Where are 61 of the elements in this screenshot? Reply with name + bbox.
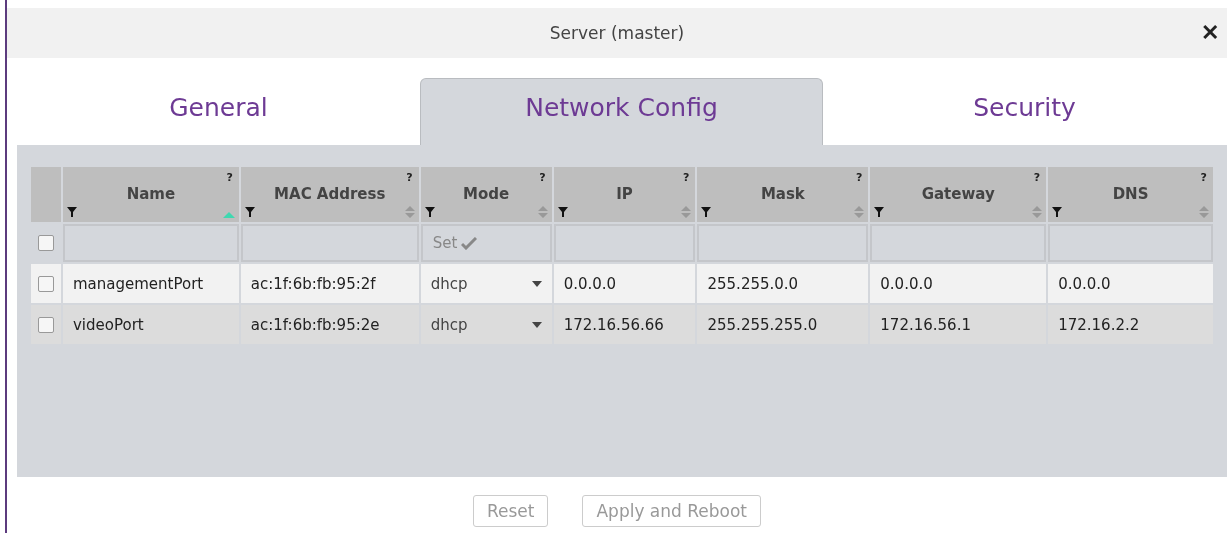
filter-icon[interactable]: [557, 207, 568, 217]
column-title: DNS: [1112, 184, 1149, 203]
sort-ascending-icon[interactable]: [222, 212, 235, 218]
table-cell: 255.255.0.0: [707, 274, 799, 293]
filter-icon[interactable]: [701, 207, 712, 217]
help-mark[interactable]: ?: [855, 171, 863, 184]
row-checkbox[interactable]: [38, 275, 54, 292]
table-cell: ac:1f:6b:fb:95:2f: [250, 274, 376, 293]
help-mark[interactable]: ?: [226, 171, 233, 184]
table-cell: 255.255.255.0: [707, 315, 818, 334]
select-all-checkbox[interactable]: [38, 235, 54, 251]
caret-icon: [531, 321, 542, 328]
tab[interactable]: Network Config: [420, 78, 823, 145]
close-button[interactable]: ✕: [1199, 20, 1221, 46]
column-header[interactable]: Mode ?: [420, 167, 552, 222]
help-mark[interactable]: ?: [539, 171, 546, 184]
table-cell: 172.16.2.2: [1058, 315, 1140, 334]
header-cell: [31, 167, 61, 222]
sort-icon[interactable]: [1032, 206, 1043, 218]
help-mark[interactable]: ?: [1200, 171, 1207, 184]
column-title: IP: [616, 184, 633, 203]
filter-icon[interactable]: [1052, 207, 1063, 217]
help-mark[interactable]: ?: [683, 171, 690, 184]
dropdown-value: dhcp: [430, 315, 468, 334]
column-header[interactable]: DNS ?: [1048, 167, 1213, 222]
table-cell: 172.16.56.66: [563, 315, 664, 334]
tab[interactable]: Security: [823, 78, 1226, 145]
table-cell: ac:1f:6b:fb:95:2e: [250, 315, 380, 334]
caret-icon: [531, 280, 542, 287]
sort-icon[interactable]: [537, 206, 548, 218]
column-title: Mask: [760, 184, 805, 203]
sort-icon[interactable]: [681, 206, 692, 218]
table-cell: 0.0.0.0: [1058, 274, 1111, 293]
row-checkbox[interactable]: [38, 316, 54, 333]
column-header[interactable]: Name ?: [62, 167, 239, 222]
column-title: Gateway: [921, 184, 995, 203]
column-header[interactable]: MAC Address ?: [240, 167, 419, 222]
table-cell: videoPort: [72, 315, 144, 334]
table-cell: 0.0.0.0: [880, 274, 933, 293]
column-header[interactable]: Mask ?: [697, 167, 869, 222]
filter-icon[interactable]: [244, 207, 255, 217]
column-title: Mode: [463, 184, 510, 203]
help-mark[interactable]: ?: [1033, 171, 1041, 184]
table-cell: 172.16.56.1: [880, 315, 971, 334]
table-cell: managementPort: [72, 274, 204, 293]
column-header[interactable]: IP ?: [553, 167, 696, 222]
filter-icon[interactable]: [66, 207, 77, 217]
sort-icon[interactable]: [404, 206, 415, 218]
tab[interactable]: General: [17, 78, 420, 145]
checkmark-icon: [461, 236, 478, 250]
sort-icon[interactable]: [1199, 206, 1209, 218]
table-cell: 0.0.0.0: [563, 274, 617, 293]
column-title: MAC Address: [274, 184, 386, 203]
help-mark[interactable]: ?: [406, 171, 413, 184]
column-title: Name: [126, 184, 176, 203]
sort-icon[interactable]: [854, 206, 865, 218]
window-title: Server (master): [549, 23, 685, 43]
dropdown-value: dhcp: [430, 274, 468, 293]
filter-icon[interactable]: [874, 207, 885, 217]
column-header[interactable]: Gateway ?: [870, 167, 1047, 222]
filter-icon[interactable]: [424, 207, 435, 217]
